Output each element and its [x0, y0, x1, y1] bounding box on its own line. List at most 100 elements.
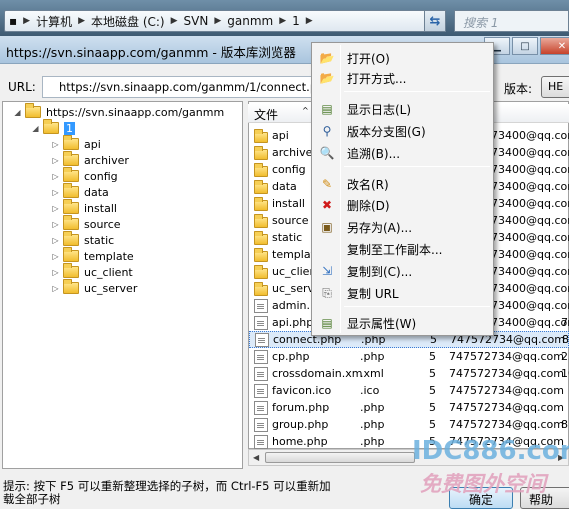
folder-icon [63, 135, 79, 150]
file-icon [254, 298, 268, 313]
tree-root[interactable]: ◢ https://svn.sinaapp.com/ganmm [13, 103, 225, 120]
menu-item[interactable]: ⚲ 版本分支图(G) [314, 121, 491, 141]
refresh-button[interactable]: ⇆ [424, 10, 446, 32]
cell-name: favicon.ico [272, 384, 332, 397]
copy-to-icon: ⇲ [321, 264, 333, 278]
expand-icon[interactable]: ▷ [51, 252, 60, 261]
collapse-icon[interactable]: ◢ [31, 124, 40, 133]
repository-tree[interactable]: ◢ https://svn.sinaapp.com/ganmm ◢ 1 ▷ api… [2, 101, 243, 469]
breadcrumb[interactable]: ▪ ▶ 计算机 ▶ 本地磁盘 (C:) ▶ SVN ▶ ganmm ▶ 1 ▶ … [4, 10, 446, 32]
chevron-right-icon: ▶ [279, 16, 287, 26]
expand-icon[interactable]: ▷ [51, 268, 60, 277]
breadcrumb-item[interactable]: 计算机 [32, 13, 76, 30]
close-button[interactable]: ✕ [540, 37, 569, 55]
expand-icon[interactable]: ▷ [51, 204, 60, 213]
folder-icon [63, 263, 79, 278]
context-menu: 📂 打开(O) 📂 打开方式... ▤ 显示日志(L) ⚲ 版本分支图(G) 🔍 追溯(B)...… [311, 42, 494, 336]
scrollbar-thumb[interactable] [265, 452, 415, 463]
file-row[interactable]: crossdomain.xml.xml 5 747572734@qq.com10 [249, 365, 569, 382]
folder-icon [254, 230, 268, 245]
tree-node[interactable]: ▷ archiver [51, 151, 129, 168]
collapse-icon[interactable]: ◢ [13, 108, 22, 117]
tree-node-label: api [84, 137, 101, 151]
cell-rev: 5 [429, 367, 436, 380]
folder-icon [63, 279, 79, 294]
tree-node[interactable]: ▷ source [51, 215, 121, 232]
breadcrumb-item[interactable]: ganmm [223, 14, 277, 28]
folder-icon [254, 145, 268, 160]
minimize-icon: ▁ [493, 40, 501, 52]
menu-separator [344, 91, 490, 92]
tree-node[interactable]: ▷ static [51, 231, 115, 248]
tree-node[interactable]: ▷ template [51, 247, 134, 264]
menu-separator [344, 306, 490, 307]
cell-ext: .php [360, 418, 385, 431]
cell-name: crossdomain.xml [272, 367, 362, 380]
save-as-icon: ▣ [321, 220, 333, 234]
menu-item[interactable]: ▤ 显示属性(W) [314, 313, 491, 333]
folder-icon [254, 162, 268, 177]
breadcrumb-item[interactable]: 本地磁盘 (C:) [87, 13, 169, 30]
menu-item[interactable]: ▣ 另存为(A)... [314, 217, 491, 237]
menu-item[interactable]: 📂 打开方式... [314, 68, 491, 88]
sort-arrow-icon: ^ [302, 106, 309, 115]
cell-author: 747572734@qq.com [449, 401, 564, 414]
tree-node[interactable]: ▷ uc_client [51, 263, 133, 280]
cell-ext: .xml [360, 367, 384, 380]
tree-node[interactable]: ▷ config [51, 167, 118, 184]
expand-icon[interactable]: ▷ [51, 236, 60, 245]
file-row[interactable]: cp.php .php 5 747572734@qq.com25 [249, 348, 569, 365]
expand-icon[interactable]: ▷ [51, 284, 60, 293]
menu-item[interactable]: 复制至工作副本... [314, 239, 491, 259]
url-input[interactable]: https://svn.sinaapp.com/ganmm/1/connect.… [42, 76, 332, 98]
folder-icon [254, 128, 268, 143]
expand-icon[interactable]: ▷ [51, 188, 60, 197]
cell-rev: 5 [429, 401, 436, 414]
folder-icon [63, 199, 79, 214]
cell-extra: 10 [561, 367, 569, 380]
folder-icon [63, 167, 79, 182]
file-row[interactable]: group.php .php 5 747572734@qq.com81 [249, 416, 569, 433]
tree-node-label: static [84, 233, 115, 247]
tree-node[interactable]: ▷ data [51, 183, 109, 200]
folder-icon [254, 264, 268, 279]
cell-rev: 5 [429, 418, 436, 431]
breadcrumb-item[interactable]: 1 [288, 14, 304, 28]
menu-item[interactable]: 🔍 追溯(B)... [314, 143, 491, 163]
maximize-button[interactable]: □ [512, 37, 538, 55]
menu-item[interactable]: ▤ 显示日志(L) [314, 99, 491, 119]
menu-item-label: 打开方式... [347, 71, 407, 86]
file-icon [254, 366, 268, 381]
file-row[interactable]: favicon.ico .ico 5 747572734@qq.com [249, 382, 569, 399]
cell-author: 747572734@qq.com [449, 384, 564, 397]
scroll-left-icon[interactable]: ◀ [253, 453, 259, 462]
tree-node[interactable]: ▷ install [51, 199, 117, 216]
expand-icon[interactable]: ▷ [51, 140, 60, 149]
tree-node-label: https://svn.sinaapp.com/ganmm [46, 105, 225, 119]
tree-node-1[interactable]: ◢ 1 [31, 119, 75, 136]
expand-icon[interactable]: ▷ [51, 172, 60, 181]
menu-item[interactable]: 📂 打开(O) [314, 48, 491, 68]
tree-node[interactable]: ▷ uc_server [51, 279, 138, 296]
tree-node[interactable]: ▷ api [51, 135, 101, 152]
expand-icon[interactable]: ▷ [51, 220, 60, 229]
menu-item[interactable]: ✎ 改名(R) [314, 174, 491, 194]
menu-item-label: 复制 URL [347, 286, 399, 301]
folder-icon [254, 196, 268, 211]
expand-icon[interactable]: ▷ [51, 156, 60, 165]
search-input[interactable]: 搜索 1 [454, 10, 569, 32]
copy-url-icon: ⎘ [322, 285, 332, 300]
menu-item[interactable]: ⎘ 复制 URL [314, 283, 491, 303]
file-row[interactable]: forum.php .php 5 747572734@qq.com [249, 399, 569, 416]
chevron-right-icon: ▶ [78, 16, 85, 26]
folder-icon [63, 151, 79, 166]
breadcrumb-item[interactable]: SVN [180, 14, 213, 28]
tree-node-label: uc_server [84, 281, 138, 295]
folder-icon [254, 179, 268, 194]
menu-item-label: 追溯(B)... [347, 146, 401, 161]
folder-icon [63, 215, 79, 230]
menu-item[interactable]: ⇲ 复制到(C)... [314, 261, 491, 281]
version-button[interactable]: HE [541, 76, 569, 98]
tree-node-label: config [84, 169, 118, 183]
menu-item[interactable]: ✖ 删除(D) [314, 195, 491, 215]
